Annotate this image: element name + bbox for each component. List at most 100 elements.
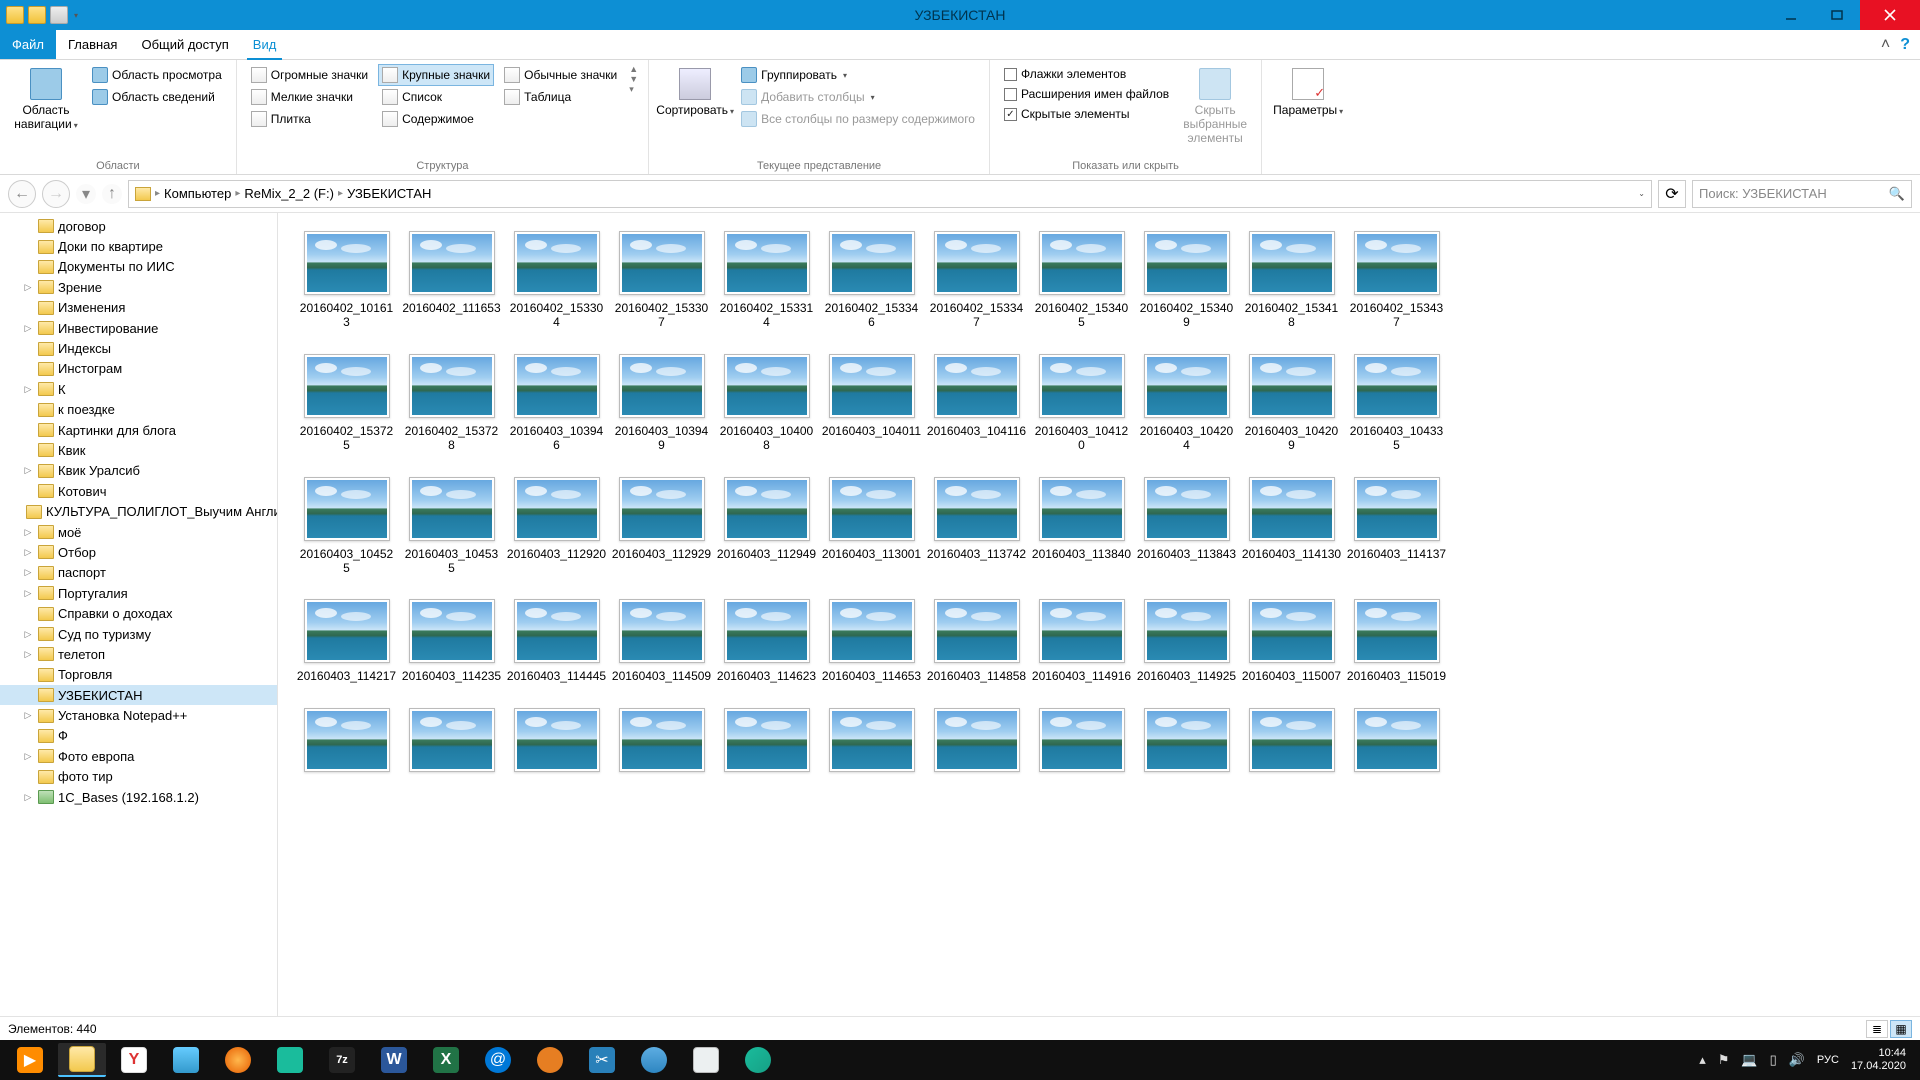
thumbnail-item[interactable]: 20160403_114137 xyxy=(1344,477,1449,576)
taskbar-explorer[interactable] xyxy=(58,1043,106,1077)
hide-selected-button[interactable]: Скрыть выбранные элементы xyxy=(1179,64,1251,149)
thumbnail-item[interactable]: 20160403_104116 xyxy=(924,354,1029,453)
large-icons-button[interactable]: Крупные значки xyxy=(378,64,494,86)
tray-overflow-icon[interactable]: ▴ xyxy=(1699,1052,1706,1068)
taskbar-mail[interactable]: @ xyxy=(474,1043,522,1077)
expand-arrow-icon[interactable]: ▷ xyxy=(22,567,34,578)
thumbnail-item[interactable] xyxy=(1344,708,1449,772)
tab-view[interactable]: Вид xyxy=(241,30,289,59)
thumbnail-item[interactable] xyxy=(1029,708,1134,772)
thumbnail-item[interactable]: 20160402_101613 xyxy=(294,231,399,330)
thumbnail-item[interactable]: 20160402_153405 xyxy=(1029,231,1134,330)
tree-item[interactable]: ▷К xyxy=(0,379,277,399)
taskbar-snip[interactable]: ✂ xyxy=(578,1043,626,1077)
layout-scroll-down-icon[interactable]: ▼ xyxy=(629,74,638,84)
expand-arrow-icon[interactable]: ▷ xyxy=(22,323,34,334)
tree-item[interactable]: Торговля xyxy=(0,665,277,685)
icons-view-button[interactable]: ▦ xyxy=(1890,1020,1912,1038)
expand-arrow-icon[interactable]: ▷ xyxy=(22,384,34,395)
tree-item[interactable]: Инстограм xyxy=(0,359,277,379)
tab-file[interactable]: Файл xyxy=(0,30,56,59)
tree-item[interactable]: Котович xyxy=(0,481,277,501)
thumbnail-item[interactable]: 20160403_104011 xyxy=(819,354,924,453)
thumbnail-item[interactable]: 20160403_114916 xyxy=(1029,599,1134,683)
expand-arrow-icon[interactable]: ▷ xyxy=(22,588,34,599)
recent-locations-button[interactable]: ▾ xyxy=(76,184,96,204)
search-input[interactable]: Поиск: УЗБЕКИСТАН 🔍 xyxy=(1692,180,1912,208)
thumbnail-item[interactable] xyxy=(399,708,504,772)
item-checkboxes-toggle[interactable]: Флажки элементов xyxy=(1000,64,1173,84)
hidden-items-toggle[interactable]: Скрытые элементы xyxy=(1000,104,1173,124)
maximize-button[interactable] xyxy=(1814,0,1860,30)
normal-icons-button[interactable]: Обычные значки xyxy=(500,64,621,86)
back-button[interactable]: ← xyxy=(8,180,36,208)
address-dropdown-icon[interactable]: ⌄ xyxy=(1636,189,1645,198)
thumbnail-item[interactable]: 20160403_115019 xyxy=(1344,599,1449,683)
tree-item[interactable]: Изменения xyxy=(0,298,277,318)
taskbar-thunderbird[interactable] xyxy=(630,1043,678,1077)
tiles-button[interactable]: Плитка xyxy=(247,108,372,130)
tree-item[interactable]: Справки о доходах xyxy=(0,603,277,623)
thumbnail-item[interactable]: 20160403_114217 xyxy=(294,599,399,683)
taskbar-excel[interactable]: X xyxy=(422,1043,470,1077)
tree-item[interactable]: УЗБЕКИСТАН xyxy=(0,685,277,705)
thumbnail-item[interactable] xyxy=(504,708,609,772)
details-pane-button[interactable]: Область сведений xyxy=(88,86,226,108)
list-button[interactable]: Список xyxy=(378,86,494,108)
options-button[interactable]: ✓ Параметры▾ xyxy=(1272,64,1344,122)
expand-arrow-icon[interactable]: ▷ xyxy=(22,792,34,803)
tree-item[interactable]: ▷Португалия xyxy=(0,583,277,603)
tray-clock[interactable]: 10:44 17.04.2020 xyxy=(1851,1047,1906,1072)
help-icon[interactable]: ? xyxy=(1900,36,1910,54)
tree-item[interactable]: КУЛЬТУРА_ПОЛИГЛОТ_Выучим Англий xyxy=(0,501,277,521)
tree-item[interactable]: Ф xyxy=(0,726,277,746)
thumbnail-item[interactable]: 20160403_103949 xyxy=(609,354,714,453)
small-icons-button[interactable]: Мелкие значки xyxy=(247,86,372,108)
tree-item[interactable]: ▷1C_Bases (192.168.1.2) xyxy=(0,787,277,807)
qat-dropdown-icon[interactable]: ▾ xyxy=(72,11,78,20)
group-by-button[interactable]: Группировать▾ xyxy=(737,64,979,86)
taskbar-app-orange[interactable] xyxy=(526,1043,574,1077)
expand-arrow-icon[interactable]: ▷ xyxy=(22,527,34,538)
thumbnail-item[interactable]: 20160403_114445 xyxy=(504,599,609,683)
breadcrumb-folder[interactable]: УЗБЕКИСТАН xyxy=(347,186,431,201)
tray-volume-icon[interactable]: 🔊 xyxy=(1789,1052,1805,1068)
tree-item[interactable]: договор xyxy=(0,216,277,236)
tree-item[interactable]: фото тир xyxy=(0,767,277,787)
tree-item[interactable]: ▷телетоп xyxy=(0,644,277,664)
tab-share[interactable]: Общий доступ xyxy=(129,30,240,59)
collapse-ribbon-icon[interactable]: ˄ xyxy=(1881,36,1890,54)
thumbnail-item[interactable]: 20160403_103946 xyxy=(504,354,609,453)
layout-more-icon[interactable]: ▾ xyxy=(629,84,638,95)
taskbar-yandex[interactable]: Y xyxy=(110,1043,158,1077)
tab-home[interactable]: Главная xyxy=(56,30,129,59)
tray-battery-icon[interactable]: ▯ xyxy=(1770,1052,1777,1068)
tree-item[interactable]: Индексы xyxy=(0,338,277,358)
thumbnail-item[interactable] xyxy=(1134,708,1239,772)
table-button[interactable]: Таблица xyxy=(500,86,621,108)
expand-arrow-icon[interactable]: ▷ xyxy=(22,465,34,476)
thumbnail-item[interactable]: 20160402_153418 xyxy=(1239,231,1344,330)
thumbnail-item[interactable] xyxy=(1239,708,1344,772)
up-button[interactable]: ↑ xyxy=(102,184,122,204)
thumbnail-item[interactable]: 20160403_113840 xyxy=(1029,477,1134,576)
taskbar-media-player[interactable]: ▶ xyxy=(6,1043,54,1077)
refresh-button[interactable]: ⟳ xyxy=(1658,180,1686,208)
thumbnail-item[interactable]: 20160402_153307 xyxy=(609,231,714,330)
thumbnail-item[interactable]: 20160402_153304 xyxy=(504,231,609,330)
navigation-pane-button[interactable]: Область навигации▾ xyxy=(10,64,82,136)
thumbnail-item[interactable]: 20160403_112929 xyxy=(609,477,714,576)
thumbnail-item[interactable]: 20160403_104204 xyxy=(1134,354,1239,453)
tray-language[interactable]: РУС xyxy=(1817,1054,1839,1066)
thumbnail-item[interactable] xyxy=(924,708,1029,772)
file-extensions-toggle[interactable]: Расширения имен файлов xyxy=(1000,84,1173,104)
thumbnail-item[interactable]: 20160402_153725 xyxy=(294,354,399,453)
thumbnail-item[interactable]: 20160403_104209 xyxy=(1239,354,1344,453)
expand-arrow-icon[interactable]: ▷ xyxy=(22,629,34,640)
breadcrumb-computer[interactable]: Компьютер xyxy=(164,186,231,201)
layout-scroll-up-icon[interactable]: ▲ xyxy=(629,64,638,74)
sort-button[interactable]: Сортировать▾ xyxy=(659,64,731,122)
thumbnail-item[interactable]: 20160402_153346 xyxy=(819,231,924,330)
thumbnail-item[interactable]: 20160403_114653 xyxy=(819,599,924,683)
preview-pane-button[interactable]: Область просмотра xyxy=(88,64,226,86)
